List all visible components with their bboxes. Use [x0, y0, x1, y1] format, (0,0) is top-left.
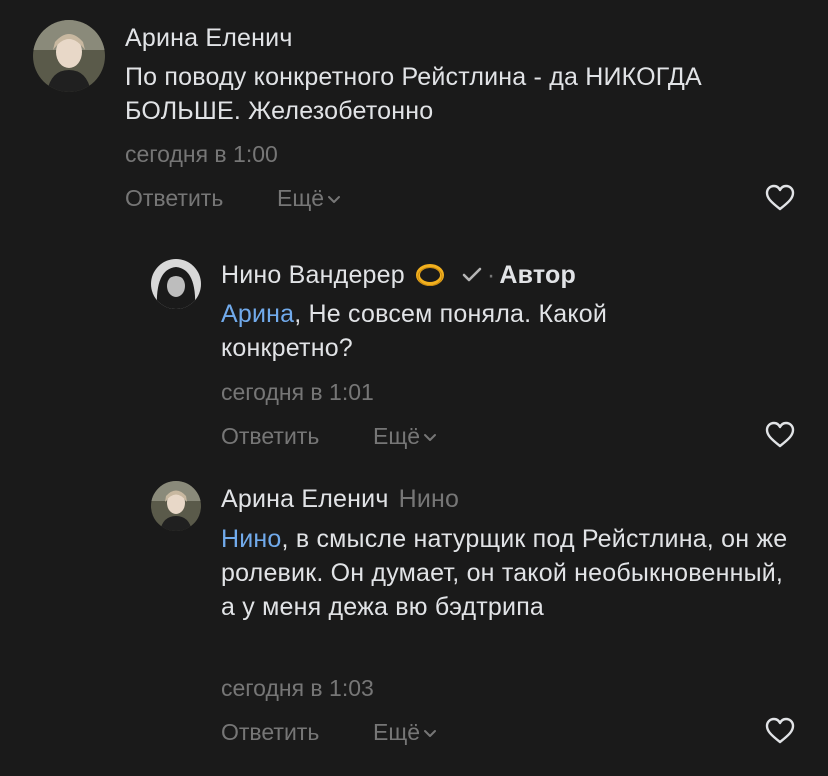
author-name[interactable]: Арина Еленич: [221, 485, 389, 513]
heart-outline-icon[interactable]: [765, 717, 795, 745]
heart-outline-icon[interactable]: [765, 421, 795, 449]
more-button[interactable]: Ещё: [373, 719, 437, 746]
heart-outline-icon[interactable]: [765, 184, 795, 212]
mention-link[interactable]: Нино: [221, 525, 282, 553]
comment-author: Арина Еленич Нино: [221, 485, 459, 514]
avatar[interactable]: [151, 481, 201, 531]
reply-button[interactable]: Ответить: [125, 185, 223, 212]
avatar[interactable]: [151, 259, 201, 309]
avatar[interactable]: [33, 20, 105, 92]
author-name[interactable]: Нино Вандерер: [221, 261, 405, 290]
separator-dot: ·: [486, 260, 496, 289]
chevron-down-icon: [328, 195, 341, 203]
reply-to-name[interactable]: Нино: [399, 485, 460, 513]
comment-time[interactable]: сегодня в 1:00: [125, 141, 278, 168]
comment-body: , в смысле натурщик под Рейстлина, он же…: [221, 525, 788, 621]
more-label: Ещё: [373, 719, 421, 745]
chevron-down-icon: [424, 433, 437, 441]
more-button[interactable]: Ещё: [277, 185, 341, 212]
reply-button[interactable]: Ответить: [221, 719, 319, 746]
ring-emoji-icon: [415, 264, 444, 286]
comment-time[interactable]: сегодня в 1:01: [221, 379, 374, 406]
comment-text: Нино, в смысле натурщик под Рейстлина, о…: [221, 522, 801, 624]
comment-body: По поводу конкретного Рейстлина - да НИК…: [125, 63, 702, 125]
chevron-down-icon: [424, 729, 437, 737]
mention-link[interactable]: Арина: [221, 300, 294, 328]
comment-time[interactable]: сегодня в 1:03: [221, 675, 374, 702]
more-button[interactable]: Ещё: [373, 423, 437, 450]
author-badge: Автор: [499, 260, 576, 289]
checkmark-icon: [462, 267, 482, 282]
more-label: Ещё: [277, 185, 325, 211]
comment-author: Нино Вандерер · Автор: [221, 260, 576, 290]
reply-button[interactable]: Ответить: [221, 423, 319, 450]
comment-author[interactable]: Арина Еленич: [125, 24, 293, 53]
comment-text: Арина, Не совсем поняла. Какой конкретно…: [221, 297, 721, 365]
more-label: Ещё: [373, 423, 421, 449]
comment-text: По поводу конкретного Рейстлина - да НИК…: [125, 60, 805, 128]
